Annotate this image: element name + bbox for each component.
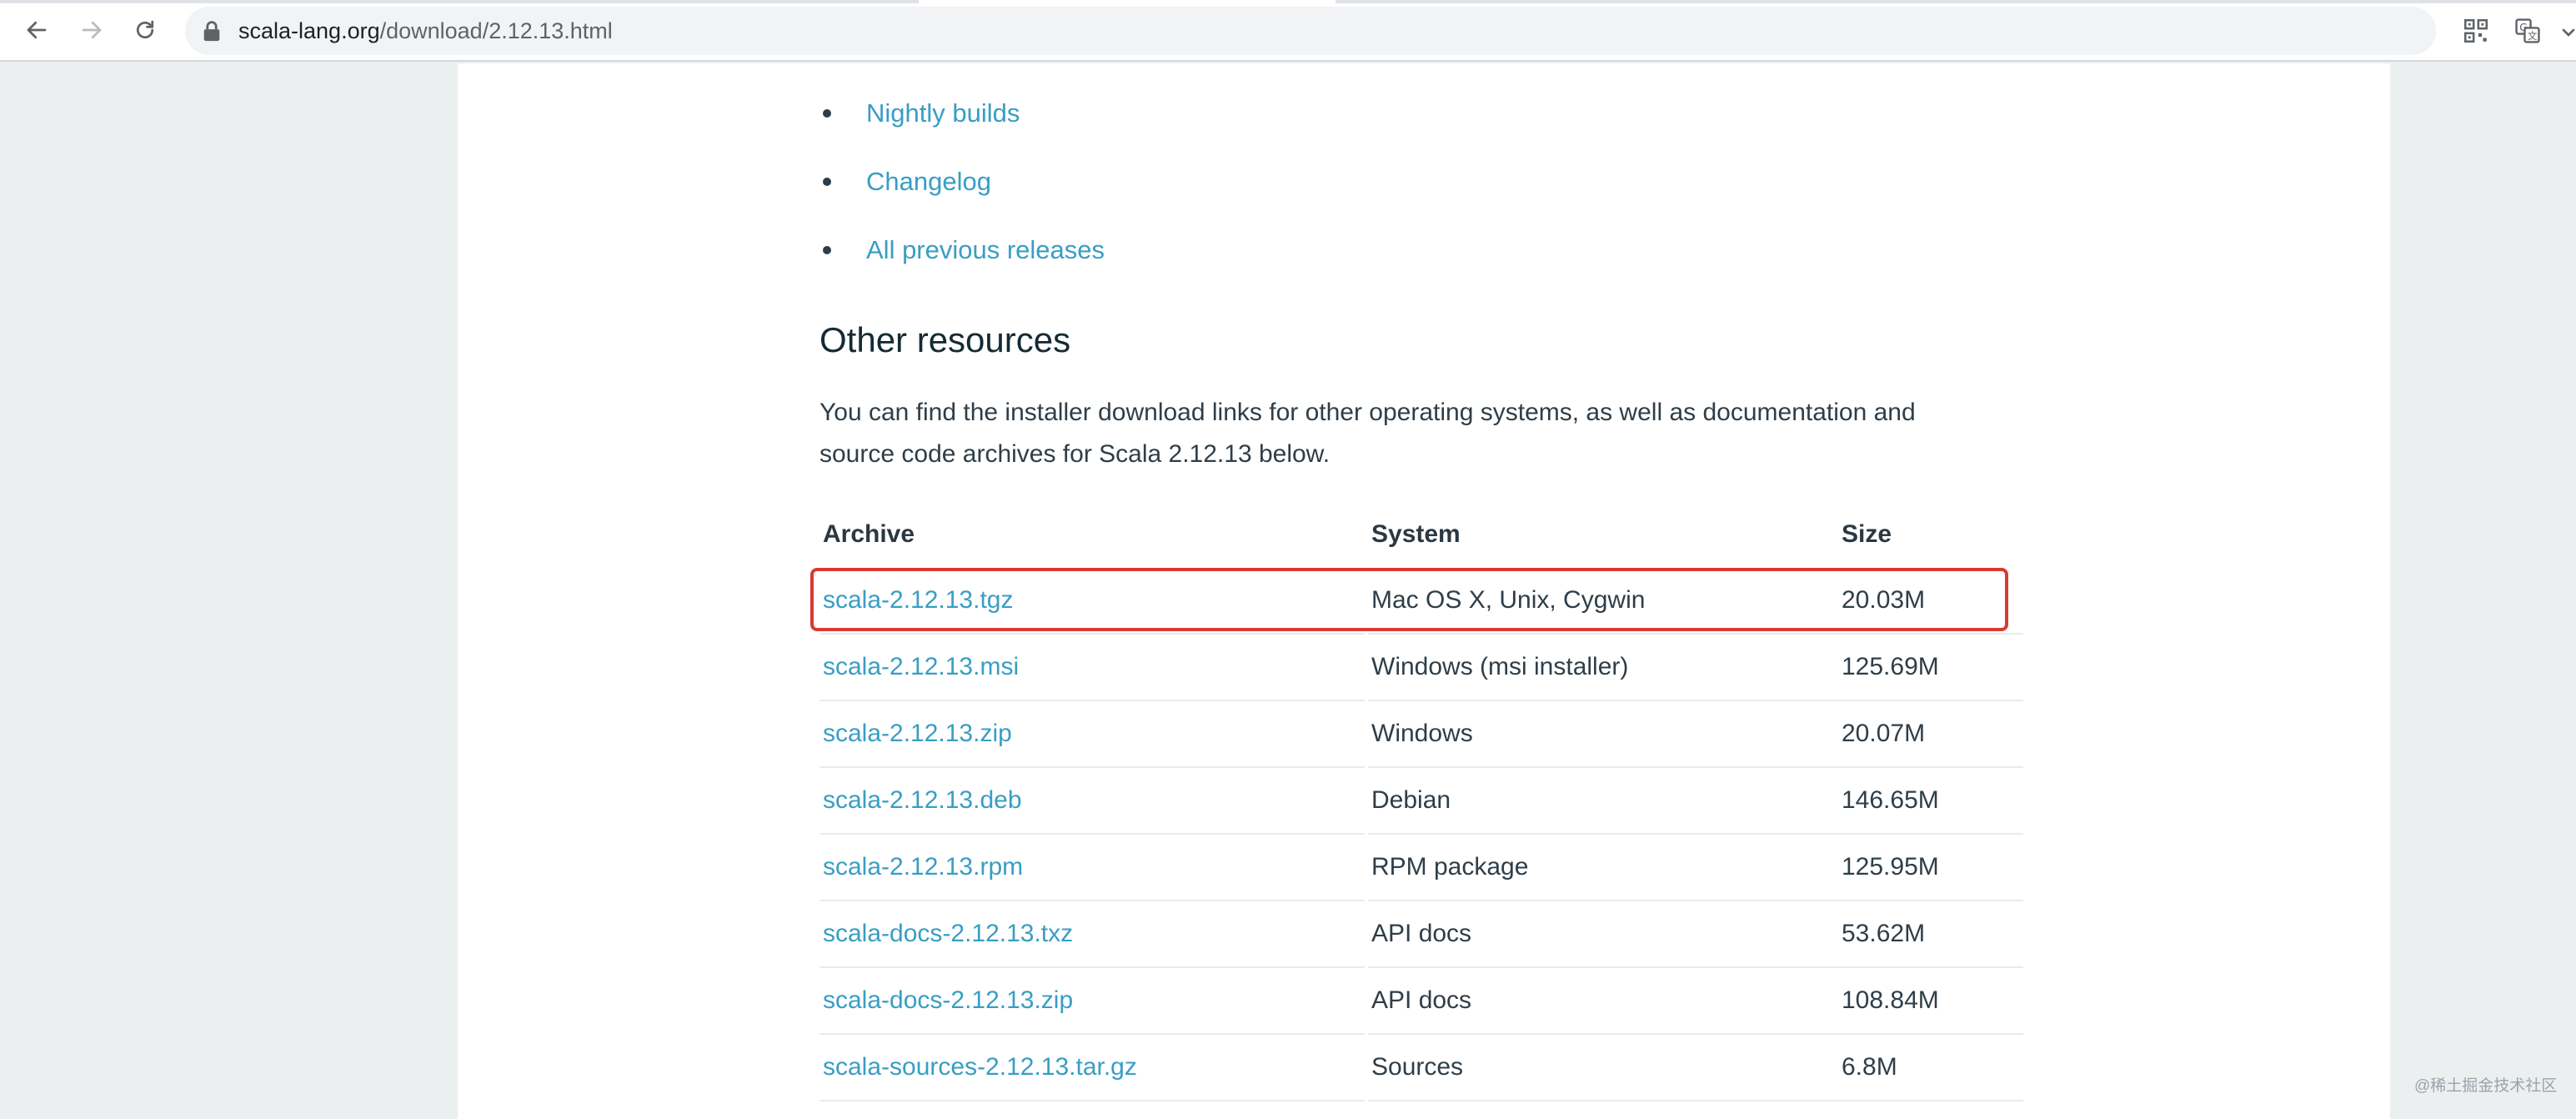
url-text[interactable]: scala-lang.org/download/2.12.13.html: [238, 7, 613, 55]
lock-icon: [203, 21, 220, 42]
column-header-size: Size: [1842, 520, 1892, 548]
qr-code-button[interactable]: [2462, 17, 2490, 45]
previous-releases-link[interactable]: All previous releases: [866, 233, 1105, 267]
system-cell: Debian: [1368, 768, 1838, 835]
table-row: scala-sources-2.12.13.tar.gz Sources 6.8…: [819, 1035, 2023, 1101]
size-cell: 125.69M: [1838, 635, 2023, 701]
system-cell: Windows: [1368, 701, 1838, 768]
arrow-right-icon: [82, 21, 102, 39]
archive-download-link[interactable]: scala-2.12.13.msi: [823, 653, 1019, 680]
archive-download-link[interactable]: scala-docs-2.12.13.txz: [823, 920, 1073, 947]
archive-cell: scala-2.12.13.zip: [819, 701, 1365, 768]
size-cell: 6.8M: [1838, 1035, 2023, 1101]
tab-strip-edge: [0, 0, 2576, 3]
svg-text:文: 文: [2528, 30, 2537, 42]
archive-download-link[interactable]: scala-sources-2.12.13.tar.gz: [823, 1053, 1137, 1081]
archive-download-link[interactable]: scala-docs-2.12.13.zip: [823, 986, 1073, 1014]
size-cell: 125.95M: [1838, 835, 2023, 901]
section-heading: Other resources: [819, 320, 1071, 359]
watermark: @稀土掘金技术社区: [2414, 1077, 2558, 1095]
size-cell: 20.07M: [1838, 701, 2023, 768]
table-row: scala-docs-2.12.13.zip API docs 108.84M: [819, 968, 2023, 1035]
system-cell: Windows (msi installer): [1368, 635, 1838, 701]
highlight-box: [810, 568, 2008, 631]
column-header-system: System: [1371, 520, 1461, 548]
system-cell: API docs: [1368, 901, 1838, 968]
archive-cell: scala-2.12.13.msi: [819, 635, 1365, 701]
nightly-builds-link[interactable]: Nightly builds: [866, 97, 1020, 130]
table-row: scala-2.12.13.rpm RPM package 125.95M: [819, 835, 2023, 901]
bullet-icon: [823, 109, 831, 118]
intro-line-1: You can find the installer download link…: [819, 399, 1916, 426]
forward-button[interactable]: [72, 10, 112, 50]
archive-cell: scala-docs-2.12.13.txz: [819, 901, 1365, 968]
changelog-link[interactable]: Changelog: [866, 165, 991, 198]
table-row: scala-docs-2.12.13.txz API docs 53.62M: [819, 901, 2023, 968]
system-cell: API docs: [1368, 968, 1838, 1035]
reload-button[interactable]: [125, 10, 165, 50]
table-row: scala-2.12.13.deb Debian 146.65M: [819, 768, 2023, 835]
archive-cell: scala-2.12.13.rpm: [819, 835, 1365, 901]
system-cell: RPM package: [1368, 835, 1838, 901]
arrow-left-icon: [27, 21, 47, 39]
system-cell: Sources: [1368, 1035, 1838, 1101]
table-row: scala-2.12.13.zip Windows 20.07M: [819, 701, 2023, 768]
browser-toolbar: scala-lang.org/download/2.12.13.html G 文: [0, 0, 2576, 62]
archive-download-link[interactable]: scala-2.12.13.zip: [823, 720, 1012, 747]
intro-line-2: source code archives for Scala 2.12.13 b…: [819, 440, 1331, 468]
qr-code-icon: [2463, 18, 2488, 43]
reload-icon: [136, 20, 154, 39]
bullet-icon: [823, 246, 831, 254]
archive-cell: scala-2.12.13.deb: [819, 768, 1365, 835]
archive-download-link[interactable]: scala-2.12.13.deb: [823, 786, 1022, 814]
archive-cell: scala-docs-2.12.13.zip: [819, 968, 1365, 1035]
chevron-down-icon[interactable]: [2561, 25, 2576, 40]
table-row: scala-2.12.13.msi Windows (msi installer…: [819, 635, 2023, 701]
column-header-archive: Archive: [823, 520, 915, 548]
bullet-icon: [823, 178, 831, 186]
translate-icon: G 文: [2515, 18, 2540, 43]
size-cell: 108.84M: [1838, 968, 2023, 1035]
archive-download-link[interactable]: scala-2.12.13.rpm: [823, 853, 1023, 881]
url-path: /download/2.12.13.html: [379, 18, 613, 43]
address-bar[interactable]: scala-lang.org/download/2.12.13.html: [185, 7, 2436, 55]
intro-paragraph: You can find the installer download link…: [819, 392, 2003, 475]
url-host: scala-lang.org: [238, 18, 380, 43]
size-cell: 146.65M: [1838, 768, 2023, 835]
size-cell: 53.62M: [1838, 901, 2023, 968]
archive-cell: scala-sources-2.12.13.tar.gz: [819, 1035, 1365, 1101]
back-button[interactable]: [17, 10, 57, 50]
translate-button[interactable]: G 文: [2513, 17, 2542, 45]
